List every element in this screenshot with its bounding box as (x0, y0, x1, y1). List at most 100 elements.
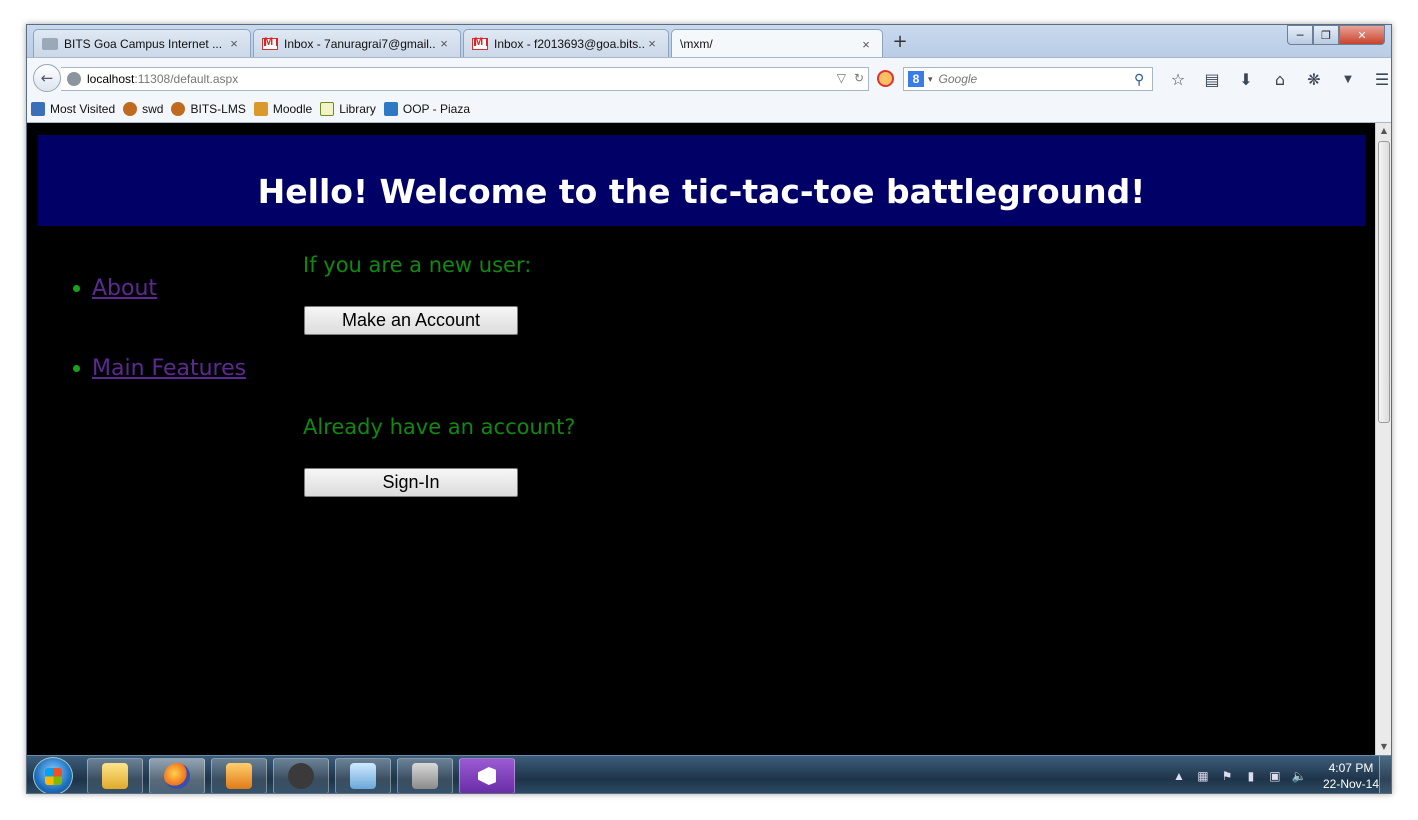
taskbar-notepad[interactable] (335, 758, 391, 793)
piazza-icon (383, 101, 398, 116)
tab-strip: BITS Goa Campus Internet ... × Inbox - 7… (27, 25, 1391, 58)
bookmark-most-visited[interactable]: Most Visited (31, 101, 116, 116)
volume-icon[interactable]: 🔈 (1291, 769, 1307, 783)
window-controls: ─ ❐ ✕ (1287, 25, 1385, 45)
new-user-prompt: If you are a new user: (303, 253, 532, 277)
nav-item-main-features: Main Features (73, 353, 246, 383)
engine-dropdown-icon[interactable]: ▾ (928, 74, 933, 85)
tab-label: \mxm/ (680, 37, 713, 51)
show-hidden-icons-icon[interactable]: ▲ (1171, 769, 1187, 783)
scroll-up-arrow-icon[interactable]: ▲ (1376, 123, 1391, 139)
bookmark-swd[interactable]: swd (123, 101, 163, 116)
tab-close-icon[interactable]: × (644, 36, 660, 51)
clock-date: 22-Nov-14 (1322, 777, 1379, 791)
taskbar-visual-studio[interactable] (459, 758, 515, 793)
owl-icon (123, 101, 138, 116)
bookmark-library[interactable]: Library (320, 101, 376, 116)
tab-mxm-active[interactable]: \mxm/ × (671, 29, 883, 58)
toolbar-icons: ☆ ▤ ⬇ ⌂ ❋ ▼ ☰ (1163, 67, 1391, 91)
action-center-flag-icon[interactable]: ⚑ (1219, 769, 1235, 783)
main-features-link[interactable]: Main Features (92, 356, 246, 381)
visual-studio-icon (478, 767, 496, 785)
taskbar-file-explorer[interactable] (87, 758, 143, 793)
new-tab-button[interactable]: + (889, 31, 911, 53)
globe-icon (67, 72, 81, 86)
owl-icon (171, 101, 186, 116)
inkscape-icon (288, 763, 314, 789)
moodle-icon (253, 101, 268, 116)
clock[interactable]: 4:07 PM 22-Nov-14 (1323, 760, 1379, 792)
navigation-toolbar: ← localhost :11308/default.aspx ▽ ↻ 8 ▾ … (27, 57, 1391, 95)
bookmark-label: BITS-LMS (190, 101, 246, 116)
search-input[interactable]: Google (939, 72, 1134, 86)
bookmark-oop-piaza[interactable]: OOP - Piaza (383, 101, 471, 116)
bookmark-moodle[interactable]: Moodle (253, 101, 313, 116)
url-bar[interactable]: localhost :11308/default.aspx ▽ ↻ (61, 67, 869, 91)
most-visited-icon (31, 101, 45, 116)
tab-inbox-gmail-1[interactable]: Inbox - 7anuragrai7@gmail... × (253, 29, 461, 57)
about-link[interactable]: About (92, 276, 157, 301)
side-nav: About Main Features (73, 273, 246, 433)
gmail-icon (472, 36, 488, 50)
system-tray: ▲ ▦ ⚑ ▮ ▣ 🔈 4:07 PM 22-Nov-14 (1167, 760, 1379, 792)
home-icon[interactable]: ⌂ (1265, 67, 1295, 91)
search-bar[interactable]: 8 ▾ Google ⚲ (903, 67, 1153, 91)
tab-inbox-gmail-2[interactable]: Inbox - f2013693@goa.bits... × (463, 29, 669, 57)
scroll-thumb[interactable] (1378, 141, 1390, 423)
search-magnifier-icon[interactable]: ⚲ (1134, 71, 1152, 88)
dropdown-triangle-icon[interactable]: ▽ (837, 71, 846, 85)
menu-hamburger-icon[interactable]: ☰ (1367, 67, 1391, 91)
download-icon[interactable]: ⬇ (1231, 67, 1261, 91)
bullet-icon (73, 364, 80, 372)
taskbar-inkscape[interactable] (273, 758, 329, 793)
sign-in-button[interactable]: Sign-In (304, 468, 518, 497)
media-player-icon (226, 763, 252, 789)
taskbar-settings-tool[interactable] (397, 758, 453, 793)
network-drive-icon[interactable]: ▦ (1195, 769, 1211, 783)
noscript-icon[interactable] (877, 70, 894, 87)
google-search-engine-icon[interactable]: 8 (908, 71, 924, 87)
taskbar-media-player[interactable] (211, 758, 267, 793)
bookmark-star-icon[interactable]: ☆ (1163, 67, 1193, 91)
dropdown-arrow-icon[interactable]: ▼ (1333, 67, 1363, 91)
browser-window: BITS Goa Campus Internet ... × Inbox - 7… (26, 24, 1392, 794)
folder-icon (102, 763, 128, 789)
tab-label: Inbox - 7anuragrai7@gmail... (284, 36, 436, 51)
reading-list-icon[interactable]: ▤ (1197, 67, 1227, 91)
tab-label: BITS Goa Campus Internet ... (64, 36, 223, 51)
scroll-down-arrow-icon[interactable]: ▼ (1376, 739, 1391, 755)
page-content: Hello! Welcome to the tic-tac-toe battle… (27, 123, 1377, 755)
tab-close-icon[interactable]: × (858, 37, 874, 52)
reload-icon[interactable]: ↻ (854, 71, 864, 85)
url-path: :11308/default.aspx (134, 72, 239, 86)
gmail-icon (262, 36, 278, 50)
library-k-icon (320, 101, 335, 116)
network-icon[interactable]: ▣ (1267, 769, 1283, 783)
addon-icon[interactable]: ❋ (1299, 67, 1329, 91)
show-desktop-button[interactable] (1379, 756, 1391, 793)
url-actions: ▽ ↻ (837, 71, 864, 85)
make-account-button[interactable]: Make an Account (304, 306, 518, 335)
bookmarks-toolbar: Most Visited swd BITS-LMS Moodle Library… (27, 95, 1391, 123)
taskbar-firefox[interactable] (149, 758, 205, 793)
bookmark-label: Moodle (272, 101, 313, 116)
tab-close-icon[interactable]: × (226, 36, 242, 51)
maximize-button[interactable]: ❐ (1313, 25, 1339, 45)
close-window-button[interactable]: ✕ (1339, 25, 1385, 45)
bookmark-label: OOP - Piaza (402, 101, 471, 116)
tab-label: Inbox - f2013693@goa.bits... (494, 36, 644, 51)
power-icon[interactable]: ▮ (1243, 769, 1259, 783)
bullet-icon (73, 284, 80, 292)
minimize-button[interactable]: ─ (1287, 25, 1313, 45)
header-banner: Hello! Welcome to the tic-tac-toe battle… (38, 135, 1365, 226)
start-button[interactable] (33, 757, 73, 793)
back-button[interactable]: ← (33, 64, 61, 92)
bookmark-label: Most Visited (50, 101, 116, 116)
vertical-scrollbar[interactable]: ▲ ▼ (1375, 123, 1391, 755)
tab-bits-goa[interactable]: BITS Goa Campus Internet ... × (33, 29, 251, 57)
tab-close-icon[interactable]: × (436, 36, 452, 51)
bookmark-label: Library (339, 101, 376, 116)
url-host: localhost (87, 72, 135, 86)
generic-page-icon (42, 37, 58, 50)
bookmark-bits-lms[interactable]: BITS-LMS (171, 101, 246, 116)
